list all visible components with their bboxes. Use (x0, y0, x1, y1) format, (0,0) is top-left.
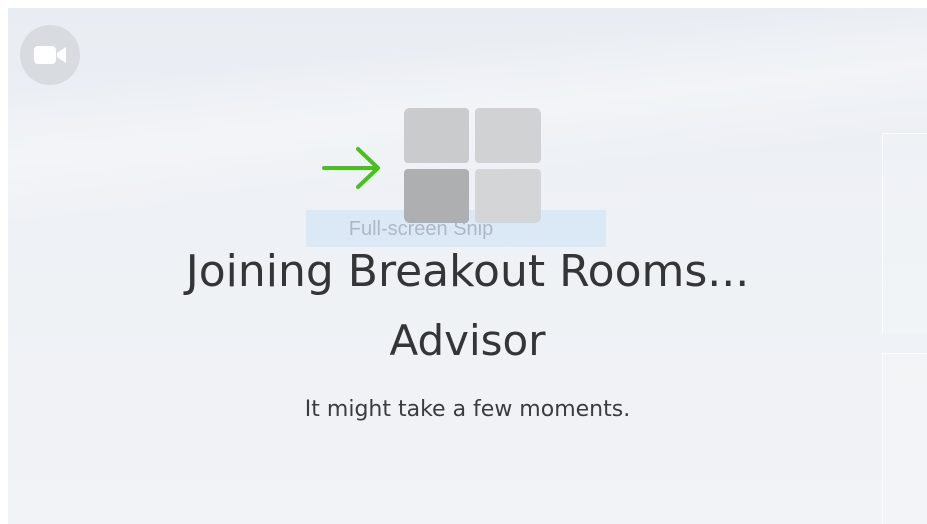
background-panel (882, 353, 927, 524)
snip-tile (404, 108, 469, 163)
video-camera-icon (34, 46, 66, 64)
joining-status-title: Joining Breakout Rooms... (185, 246, 750, 297)
snip-tile-selected (404, 169, 469, 223)
full-screen-snip-icon[interactable] (404, 108, 541, 223)
arrow-right-icon (322, 147, 380, 189)
breakout-room-joining-screen: Full-screen Snip Joining Breakout Rooms.… (8, 8, 927, 524)
background-panel (882, 133, 927, 334)
snip-tile (475, 108, 541, 163)
joining-status-message: It might take a few moments. (304, 397, 631, 422)
video-camera-button[interactable] (20, 25, 80, 85)
breakout-room-name: Advisor (389, 316, 546, 365)
snip-tile (475, 169, 541, 223)
